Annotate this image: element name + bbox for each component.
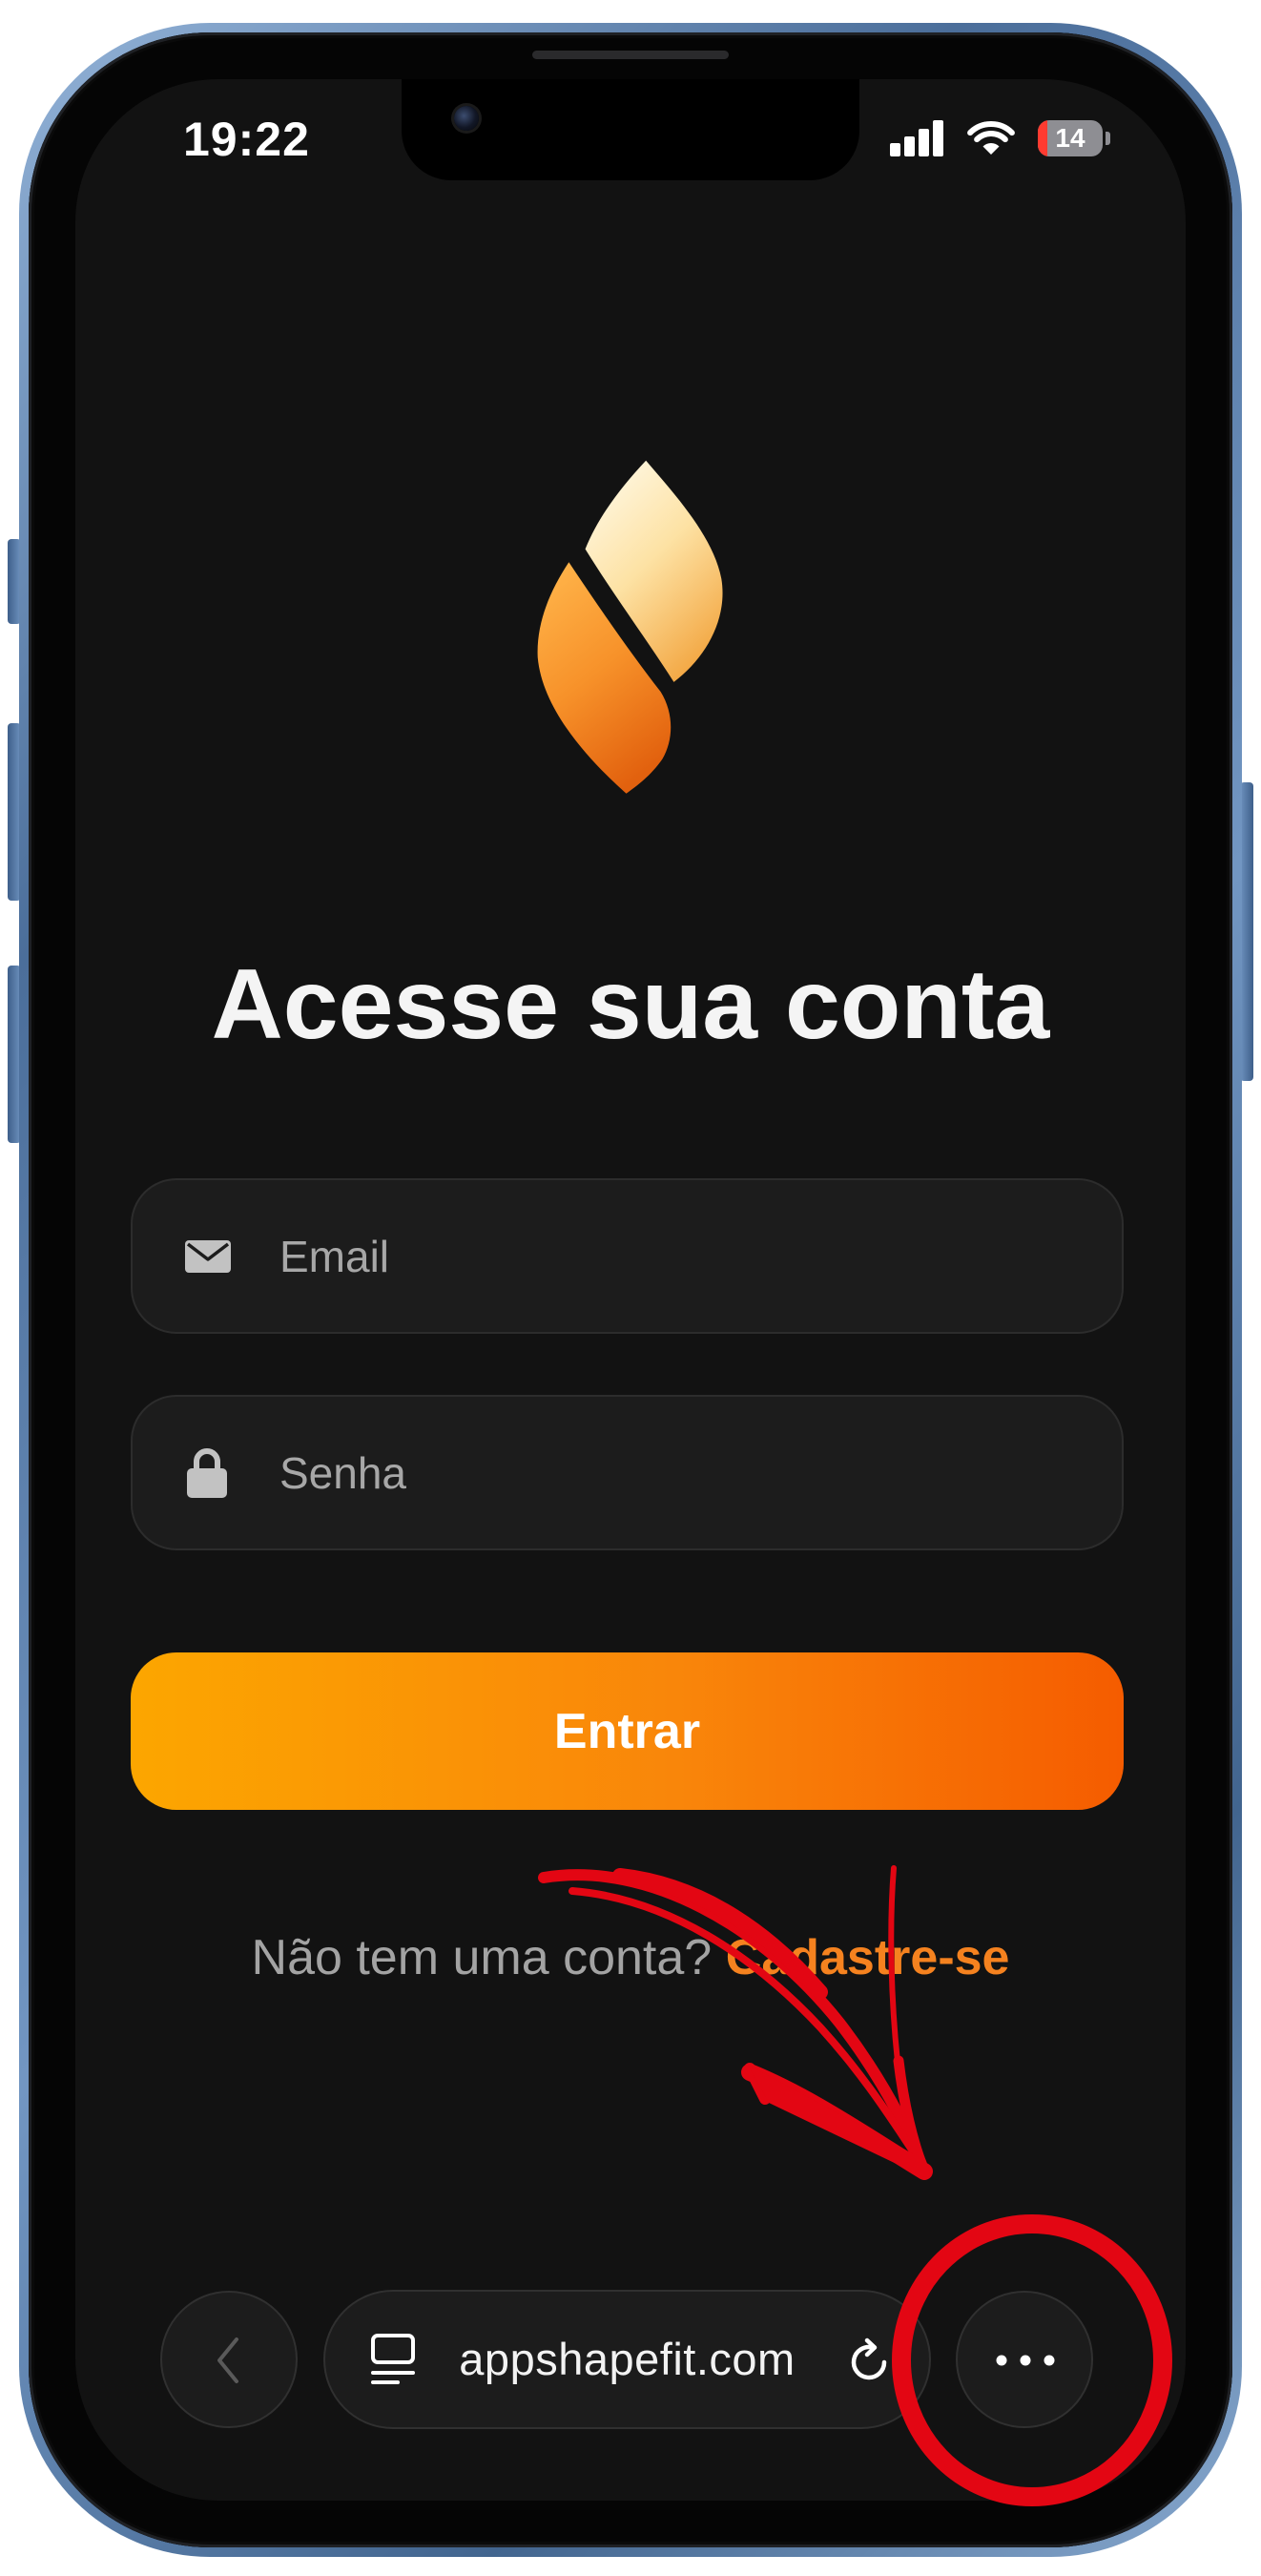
front-camera [454, 106, 479, 131]
phone-bezel: 19:22 14 Acesse sua conta Email Entrar N… [29, 32, 1232, 2547]
phone-frame: 19:22 14 Acesse sua conta Email Entrar N… [19, 23, 1242, 2557]
reload-icon[interactable] [846, 2337, 892, 2384]
password-input[interactable] [279, 1397, 1100, 1548]
battery-percentage: 14 [1055, 123, 1085, 153]
status-time: 19:22 [183, 113, 310, 166]
signup-link[interactable]: Cadastre-se [726, 1930, 1010, 1985]
page-title: Acesse sua conta [211, 949, 1050, 1060]
wifi-icon [967, 121, 1015, 155]
battery-nub [1106, 132, 1110, 145]
password-field[interactable] [131, 1395, 1124, 1550]
chevron-left-icon [217, 2337, 238, 2383]
login-button[interactable]: Entrar [131, 1652, 1124, 1810]
more-dots-icon [996, 2355, 1055, 2366]
envelope-icon [185, 1240, 231, 1273]
url-text: appshapefit.com [459, 2334, 796, 2384]
battery-body: 14 [1038, 120, 1103, 156]
back-button[interactable] [160, 2291, 298, 2428]
signup-row: Não tem uma conta? Cadastre-se [75, 1929, 1186, 1986]
lock-icon [187, 1448, 227, 1498]
flame-logo [537, 460, 723, 794]
more-button[interactable] [956, 2291, 1093, 2428]
email-input[interactable] [279, 1180, 1100, 1332]
screen: 19:22 14 Acesse sua conta Email Entrar N… [75, 79, 1186, 2501]
cellular-signal-icon [890, 120, 943, 156]
earpiece-speaker [532, 51, 729, 59]
signup-prompt: Não tem uma conta? [251, 1930, 713, 1985]
email-field[interactable] [131, 1178, 1124, 1334]
address-bar[interactable]: appshapefit.com [323, 2290, 931, 2429]
power-button [1240, 782, 1253, 1081]
battery-icon: 14 [1038, 120, 1112, 156]
notch [402, 79, 859, 180]
